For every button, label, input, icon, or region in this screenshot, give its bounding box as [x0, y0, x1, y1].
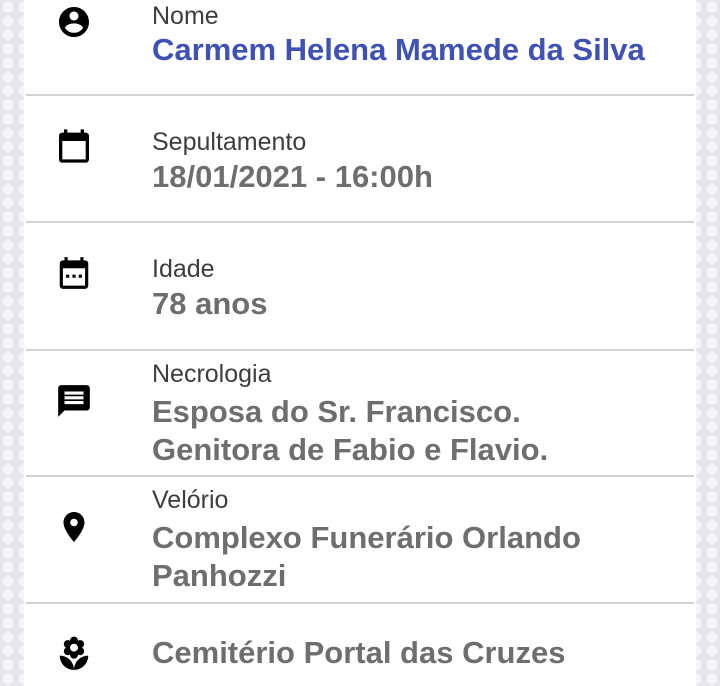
row-idade: Idade 78 anos: [24, 223, 696, 350]
obituary-card: Nome Carmem Helena Mamede da Silva Sepul…: [24, 0, 696, 686]
sepultamento-label: Sepultamento: [152, 128, 307, 156]
calendar-icon: [52, 124, 96, 168]
account-circle-icon: [52, 0, 96, 44]
row-sepultamento: Sepultamento 18/01/2021 - 16:00h: [24, 96, 696, 222]
row-necrologia: Necrologia Esposa do Sr. Francisco. Geni…: [24, 351, 696, 476]
row-cemiterio: Cemitério Portal das Cruzes: [24, 604, 696, 686]
row-velorio: Velório Complexo Funerário Orlando Panho…: [24, 477, 696, 603]
necrologia-label: Necrologia: [152, 360, 272, 388]
necrologia-value-line-1: Esposa do Sr. Francisco.: [152, 394, 521, 429]
calendar-dots-icon: [52, 251, 96, 295]
location-pin-icon: [52, 505, 96, 549]
idade-label: Idade: [152, 255, 215, 283]
velorio-value-line-1: Complexo Funerário Orlando: [152, 520, 581, 555]
nome-value: Carmem Helena Mamede da Silva: [152, 32, 645, 67]
flower-icon: [52, 632, 96, 676]
cemiterio-value: Cemitério Portal das Cruzes: [152, 635, 566, 670]
velorio-value-line-2: Panhozzi: [152, 558, 287, 593]
row-nome: Nome Carmem Helena Mamede da Silva: [24, 0, 696, 96]
necrologia-value-line-2: Genitora de Fabio e Flavio.: [152, 432, 549, 467]
sepultamento-value: 18/01/2021 - 16:00h: [152, 159, 433, 194]
message-icon: [52, 379, 96, 423]
velorio-label: Velório: [152, 486, 229, 514]
nome-label: Nome: [152, 2, 219, 30]
idade-value: 78 anos: [152, 286, 268, 321]
